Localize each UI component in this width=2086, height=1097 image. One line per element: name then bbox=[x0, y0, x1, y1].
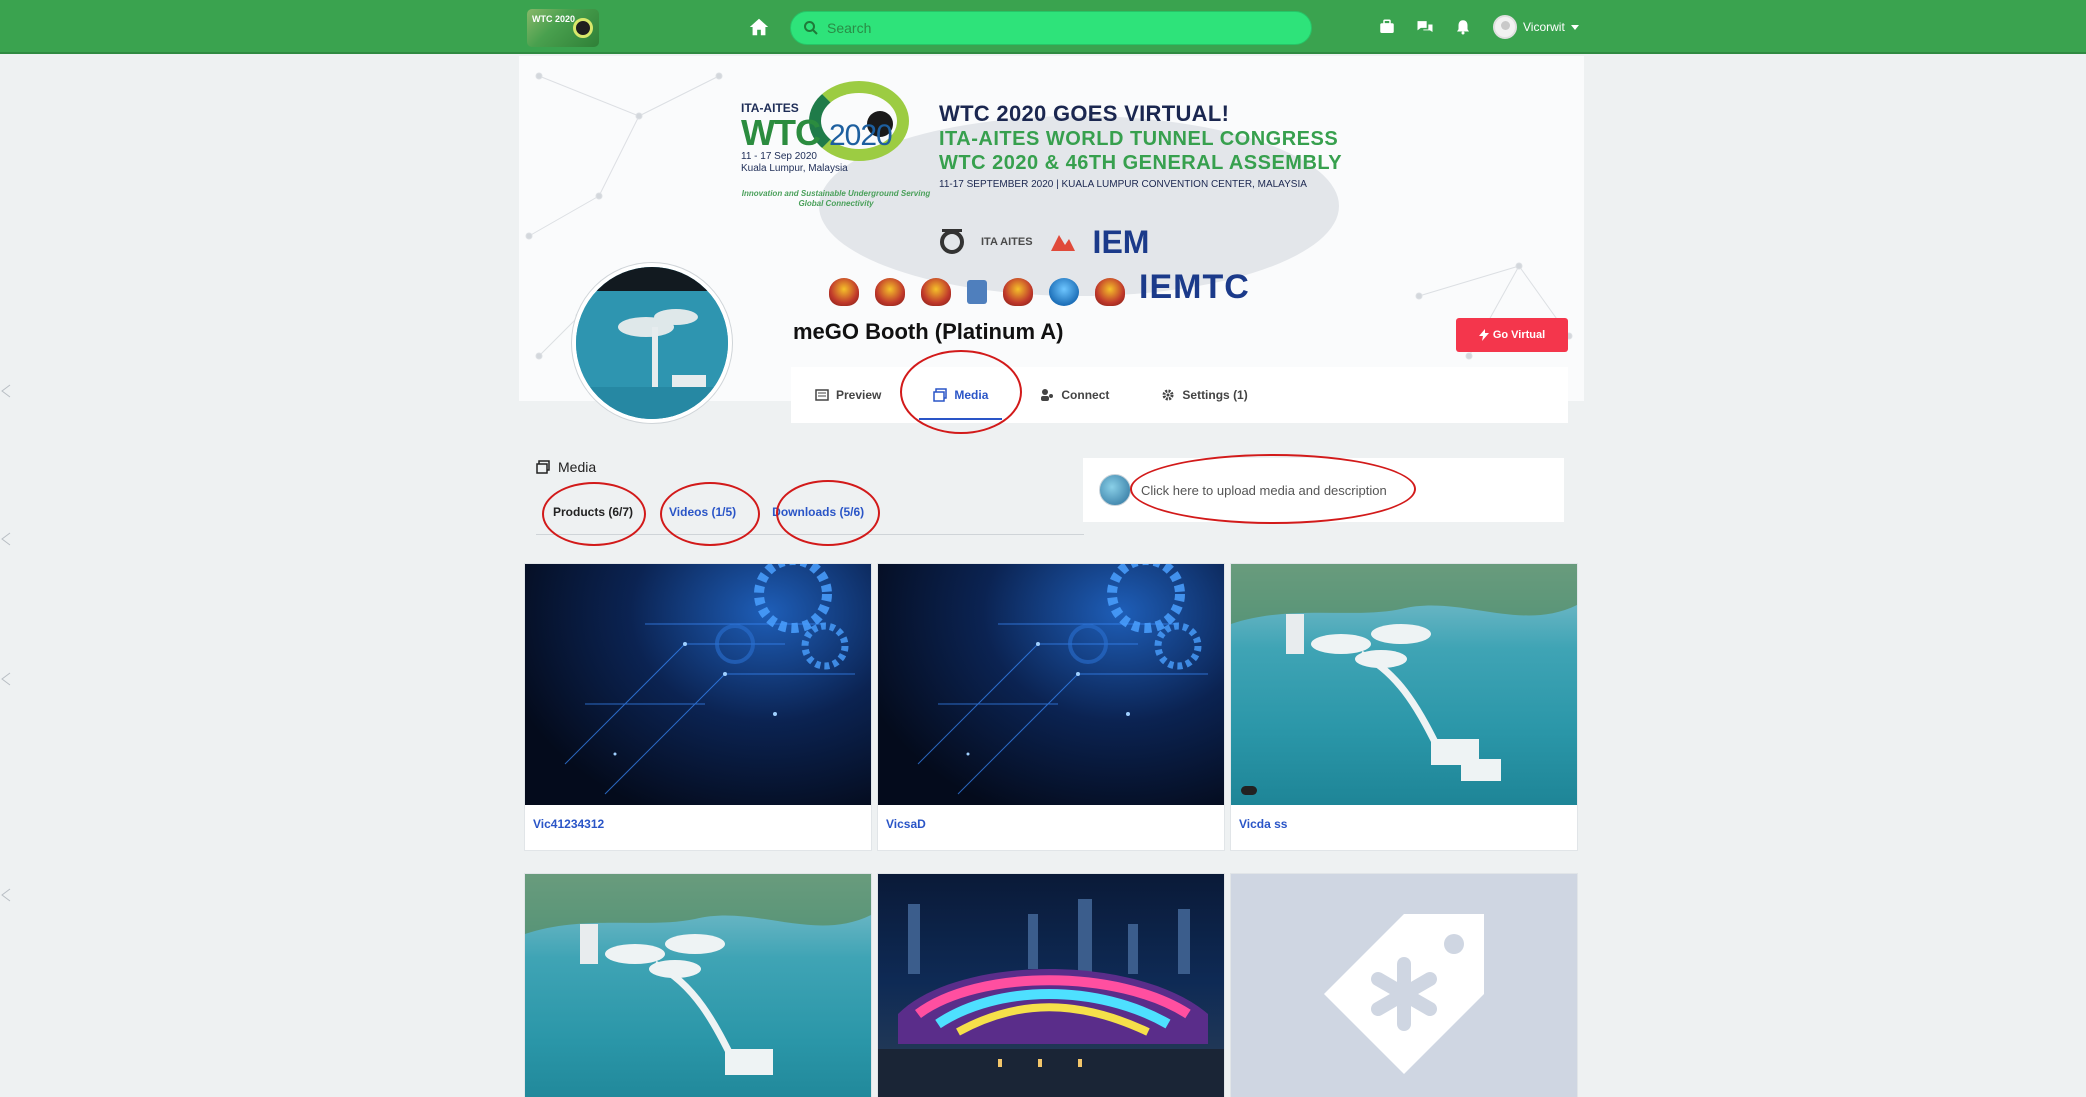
upload-prompt: Click here to upload media and descripti… bbox=[1141, 482, 1387, 498]
chevron-left-icon bbox=[1, 672, 11, 686]
crest-icon bbox=[921, 278, 951, 306]
bolt-icon bbox=[1478, 329, 1489, 341]
night-stadium-image bbox=[878, 874, 1224, 1097]
user-avatar bbox=[1493, 15, 1517, 39]
newspaper-icon bbox=[815, 389, 829, 401]
tab-preview[interactable]: Preview bbox=[815, 367, 907, 423]
chevron-left-icon bbox=[1, 888, 11, 902]
tech-gears-image bbox=[525, 564, 871, 805]
upload-media-box[interactable]: Click here to upload media and descripti… bbox=[1083, 458, 1564, 522]
media-card-title[interactable]: VicsaD bbox=[878, 805, 1224, 843]
ita-logo-icon bbox=[940, 229, 964, 254]
chevron-left-icon bbox=[1, 532, 11, 546]
briefcase-icon[interactable] bbox=[1375, 15, 1399, 39]
user-menu[interactable]: Vicorwit bbox=[1493, 15, 1579, 39]
tab-connect[interactable]: Connect bbox=[1014, 367, 1135, 423]
headline-4: 11-17 SEPTEMBER 2020 | KUALA LUMPUR CONV… bbox=[939, 179, 1307, 190]
navbar-actions: Vicorwit bbox=[1375, 15, 1579, 39]
tab-media[interactable]: Media bbox=[907, 367, 1014, 423]
search-bar[interactable] bbox=[790, 11, 1312, 45]
headline-1: WTC 2020 GOES VIRTUAL! bbox=[939, 101, 1230, 126]
logo-mark-icon bbox=[573, 18, 593, 38]
government-crests bbox=[829, 278, 1125, 306]
sponsor-iem: IEM bbox=[1092, 223, 1150, 260]
island-resort-image bbox=[1231, 564, 1577, 805]
media-card[interactable]: Vicda ss bbox=[1230, 563, 1578, 851]
island-resort-image bbox=[525, 874, 871, 1097]
tab-videos[interactable]: Videos (1/5) bbox=[669, 505, 736, 519]
sponsor-iemtc: IEMTC bbox=[1139, 268, 1250, 306]
user-name: Vicorwit bbox=[1523, 20, 1565, 34]
crest-icon bbox=[875, 278, 905, 306]
images-icon bbox=[933, 388, 948, 402]
images-icon bbox=[536, 460, 550, 474]
media-card[interactable] bbox=[1230, 873, 1578, 1097]
media-type-tabs: Products (6/7) Videos (1/5) Downloads (5… bbox=[536, 490, 1084, 535]
profile-tabs: Preview Media Connect Settings (1) bbox=[791, 367, 1568, 423]
media-card-title[interactable]: Vicda ss bbox=[1231, 805, 1577, 843]
tab-downloads[interactable]: Downloads (5/6) bbox=[772, 505, 864, 519]
media-card-title[interactable]: Vic41234312 bbox=[525, 805, 871, 843]
wtc-logo[interactable]: WTC 2020 bbox=[527, 9, 599, 47]
building-icon bbox=[967, 280, 987, 304]
tab-products[interactable]: Products (6/7) bbox=[553, 505, 633, 519]
media-grid: Vic41234312 VicsaD Vicda ss bbox=[524, 563, 1579, 1097]
crest-icon bbox=[1003, 278, 1033, 306]
logo-tagline: Innovation and Sustainable Underground S… bbox=[741, 189, 931, 208]
chevron-left-icon bbox=[1, 384, 11, 398]
cidb-logo-icon bbox=[1049, 278, 1079, 306]
search-icon bbox=[804, 21, 818, 35]
upload-avatar bbox=[1099, 474, 1131, 506]
headline-3: WTC 2020 & 46TH GENERAL ASSEMBLY bbox=[939, 152, 1343, 174]
banner-headline: WTC 2020 GOES VIRTUAL! ITA-AITES WORLD T… bbox=[939, 101, 1389, 190]
logo-text: WTC 2020 bbox=[532, 14, 576, 24]
booth-avatar[interactable] bbox=[572, 263, 732, 423]
crest-icon bbox=[829, 278, 859, 306]
media-section-title: Media bbox=[536, 459, 596, 475]
tag-icon bbox=[1324, 914, 1484, 1074]
logo-location: Kuala Lumpur, Malaysia bbox=[741, 163, 848, 174]
gear-icon bbox=[1162, 389, 1174, 401]
bell-icon[interactable] bbox=[1451, 15, 1475, 39]
tech-gears-image bbox=[878, 564, 1224, 805]
headline-2: ITA-AITES WORLD TUNNEL CONGRESS bbox=[939, 128, 1339, 150]
media-card[interactable]: Vic41234312 bbox=[524, 563, 872, 851]
chat-icon[interactable] bbox=[1413, 15, 1437, 39]
media-card[interactable]: VicsaD bbox=[877, 563, 1225, 851]
top-navbar: WTC 2020 Vicorwit bbox=[0, 0, 2086, 54]
iem-emblem-icon bbox=[1050, 235, 1075, 251]
search-input[interactable] bbox=[827, 20, 1287, 36]
chevron-down-icon bbox=[1570, 24, 1579, 30]
logo-wtc: WTC 2020 bbox=[741, 112, 893, 153]
tab-settings[interactable]: Settings (1) bbox=[1135, 367, 1273, 423]
home-icon[interactable] bbox=[748, 16, 770, 38]
crest-icon bbox=[1095, 278, 1125, 306]
media-card[interactable] bbox=[877, 873, 1225, 1097]
go-virtual-button[interactable]: Go Virtual bbox=[1456, 318, 1568, 352]
image-type-icon bbox=[1241, 786, 1257, 795]
booth-name: meGO Booth (Platinum A) bbox=[793, 319, 1064, 344]
wtc-2020-logo: ITA-AITES WTC 2020 11 - 17 Sep 2020 Kual… bbox=[741, 101, 931, 231]
media-card[interactable] bbox=[524, 873, 872, 1097]
users-icon bbox=[1041, 389, 1054, 401]
logo-dates: 11 - 17 Sep 2020 bbox=[741, 151, 817, 162]
sponsor-ita-aites: ITA AITES bbox=[981, 236, 1033, 248]
placeholder-tag-image bbox=[1231, 874, 1577, 1097]
sponsor-logos: ITA AITES IEM bbox=[939, 224, 1179, 260]
